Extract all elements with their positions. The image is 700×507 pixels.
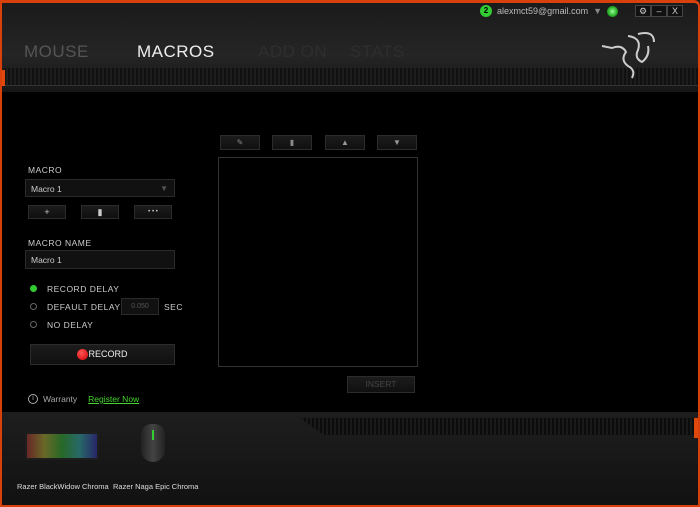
tab-mouse[interactable]: MOUSE: [24, 42, 89, 62]
accent-bar: [0, 70, 5, 86]
header-strip: [0, 68, 700, 86]
add-macro-button[interactable]: +: [28, 205, 66, 219]
record-delay-label: RECORD DELAY: [47, 284, 120, 294]
warranty-row: i Warranty Register Now: [28, 394, 139, 404]
delay-unit: SEC: [164, 302, 183, 312]
settings-button[interactable]: ⚙: [635, 5, 651, 17]
record-label: RECORD: [88, 349, 128, 359]
device-naga[interactable]: Razer Naga Epic Chroma: [113, 482, 198, 491]
record-delay-radio[interactable]: [30, 285, 37, 292]
default-delay-radio[interactable]: [30, 303, 37, 310]
accent-bar: [694, 418, 700, 438]
no-delay-radio[interactable]: [30, 321, 37, 328]
warranty-label: Warranty: [43, 394, 78, 404]
insert-button[interactable]: INSERT: [347, 376, 415, 393]
record-button[interactable]: RECORD: [30, 344, 175, 365]
razer-logo-icon: [601, 32, 655, 79]
macro-event-list[interactable]: [218, 157, 418, 367]
keyboard-image[interactable]: [25, 432, 99, 460]
macro-label: MACRO: [28, 165, 63, 175]
default-delay-input[interactable]: 0.050: [121, 298, 159, 315]
move-up-button[interactable]: ▲: [325, 135, 365, 150]
close-button[interactable]: X: [667, 5, 683, 17]
status-orb-icon[interactable]: [607, 5, 619, 17]
pencil-icon: ✎: [236, 138, 244, 147]
footer-strip: [300, 418, 694, 435]
macro-select-value: Macro 1: [31, 184, 62, 194]
arrow-down-icon: ▼: [393, 138, 401, 147]
edit-button[interactable]: ✎: [220, 135, 260, 150]
register-now-link[interactable]: Register Now: [88, 394, 139, 404]
move-down-button[interactable]: ▼: [377, 135, 417, 150]
delete-event-button[interactable]: ▮: [272, 135, 312, 150]
chevron-down-icon[interactable]: ▼: [593, 6, 602, 16]
notification-badge[interactable]: 2: [480, 5, 492, 17]
tab-macros[interactable]: MACROS: [137, 42, 215, 62]
user-email[interactable]: alexmct59@gmail.com: [497, 6, 588, 16]
more-options-button[interactable]: • • •: [134, 205, 172, 219]
tab-add-on[interactable]: ADD ON: [258, 42, 327, 62]
trash-icon: ▮: [97, 207, 103, 217]
chevron-down-icon: ▼: [160, 184, 168, 193]
arrow-up-icon: ▲: [341, 138, 349, 147]
device-blackwidow[interactable]: Razer BlackWidow Chroma: [17, 482, 109, 491]
tab-stats[interactable]: STATS: [350, 42, 405, 62]
minimize-button[interactable]: –: [651, 5, 667, 17]
macro-name-input[interactable]: Macro 1: [25, 250, 175, 269]
default-delay-label: DEFAULT DELAY: [47, 302, 121, 312]
macro-name-label: MACRO NAME: [28, 238, 92, 248]
info-icon: i: [28, 394, 38, 404]
macro-select[interactable]: Macro 1 ▼: [25, 179, 175, 197]
user-bar: 2 alexmct59@gmail.com ▼: [480, 5, 619, 17]
record-dot-icon: [77, 349, 89, 361]
no-delay-label: NO DELAY: [47, 320, 94, 330]
trash-icon: ▮: [289, 138, 295, 147]
mouse-image[interactable]: [141, 424, 165, 462]
delete-macro-button[interactable]: ▮: [81, 205, 119, 219]
